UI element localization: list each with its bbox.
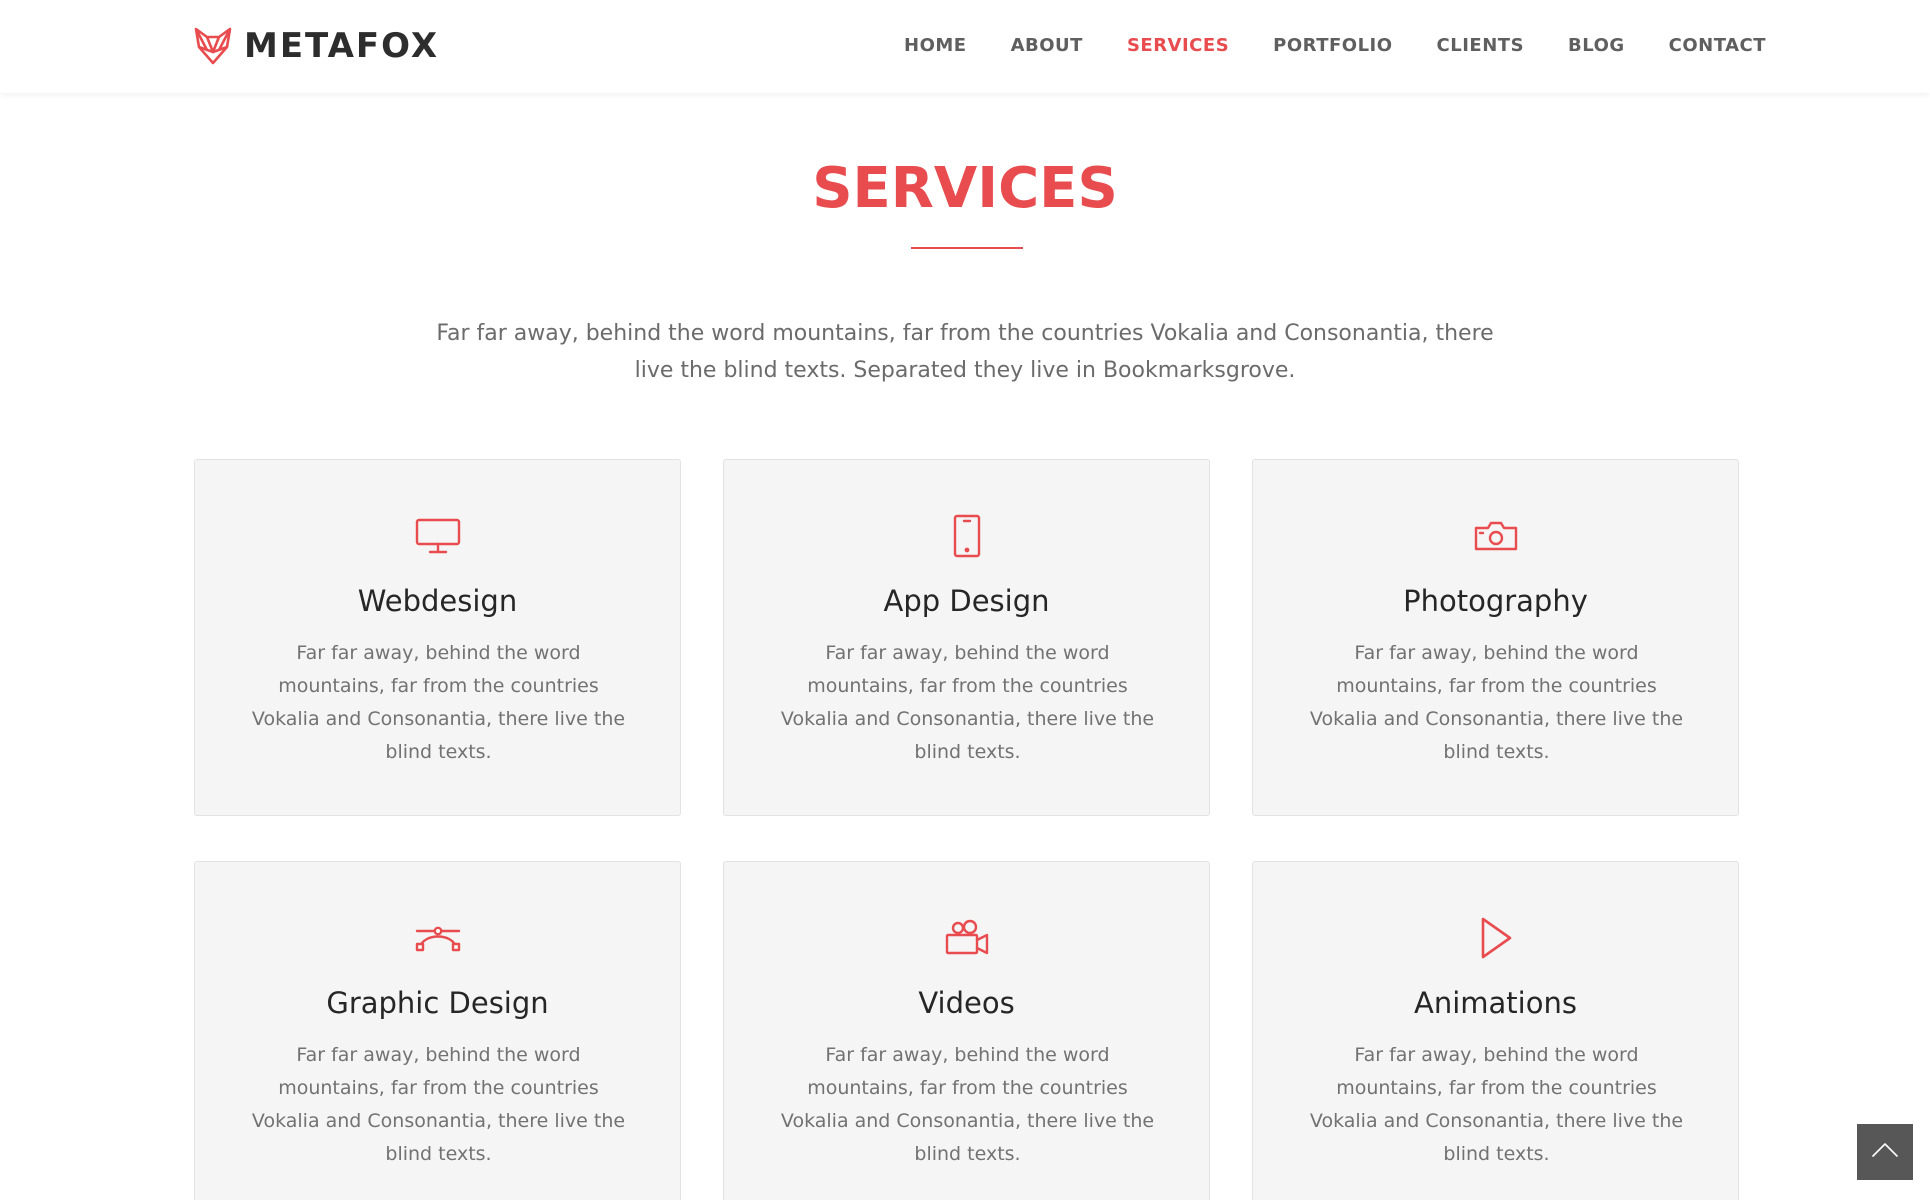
service-description: Far far away, behind the word mountains,… (780, 642, 1155, 763)
service-title: Videos (918, 986, 1015, 1020)
service-card-webdesign: Webdesign Far far away, behind the word … (194, 459, 681, 816)
main-nav: HOME ABOUT SERVICES PORTFOLIO CLIENTS BL… (904, 34, 1766, 58)
service-description: Far far away, behind the word mountains,… (1309, 1044, 1684, 1165)
service-card-photography: Photography Far far away, behind the wor… (1252, 459, 1739, 816)
nav-item-home[interactable]: HOME (904, 34, 967, 58)
service-card-videos: Videos Far far away, behind the word mou… (723, 861, 1210, 1200)
service-title: Graphic Design (326, 986, 549, 1020)
service-description: Far far away, behind the word mountains,… (1309, 642, 1684, 763)
video-camera-icon (724, 912, 1209, 964)
service-card-animations: Animations Far far away, behind the word… (1252, 861, 1739, 1200)
fox-head-icon (194, 26, 232, 66)
nav-item-blog[interactable]: BLOG (1568, 34, 1625, 58)
service-description: Far far away, behind the word mountains,… (251, 1044, 626, 1165)
title-underline (911, 247, 1023, 249)
nav-item-clients[interactable]: CLIENTS (1437, 34, 1524, 58)
smartphone-icon (724, 510, 1209, 562)
service-card-app-design: App Design Far far away, behind the word… (723, 459, 1210, 816)
nav-item-portfolio[interactable]: PORTFOLIO (1273, 34, 1392, 58)
brand-logo[interactable]: METAFOX (194, 26, 439, 66)
camera-icon (1253, 510, 1738, 562)
nav-item-about[interactable]: ABOUT (1011, 34, 1083, 58)
site-header: METAFOX HOME ABOUT SERVICES PORTFOLIO CL… (0, 0, 1930, 93)
service-title: App Design (883, 584, 1050, 618)
monitor-icon (195, 510, 680, 562)
play-icon (1253, 912, 1738, 964)
section-intro: Far far away, behind the word mountains,… (436, 321, 1494, 383)
nav-item-services[interactable]: SERVICES (1127, 34, 1229, 58)
vector-curve-icon (195, 912, 680, 964)
service-card-graphic-design: Graphic Design Far far away, behind the … (194, 861, 681, 1200)
nav-item-contact[interactable]: CONTACT (1669, 34, 1766, 58)
chevron-up-icon (1871, 1142, 1899, 1162)
service-description: Far far away, behind the word mountains,… (780, 1044, 1155, 1165)
service-title: Photography (1403, 584, 1588, 618)
section-title: SERVICES (812, 156, 1118, 221)
brand-name: METAFOX (244, 26, 440, 66)
back-to-top-button[interactable] (1857, 1124, 1913, 1180)
service-description: Far far away, behind the word mountains,… (251, 642, 626, 763)
service-title: Animations (1414, 986, 1577, 1020)
service-title: Webdesign (357, 584, 518, 618)
